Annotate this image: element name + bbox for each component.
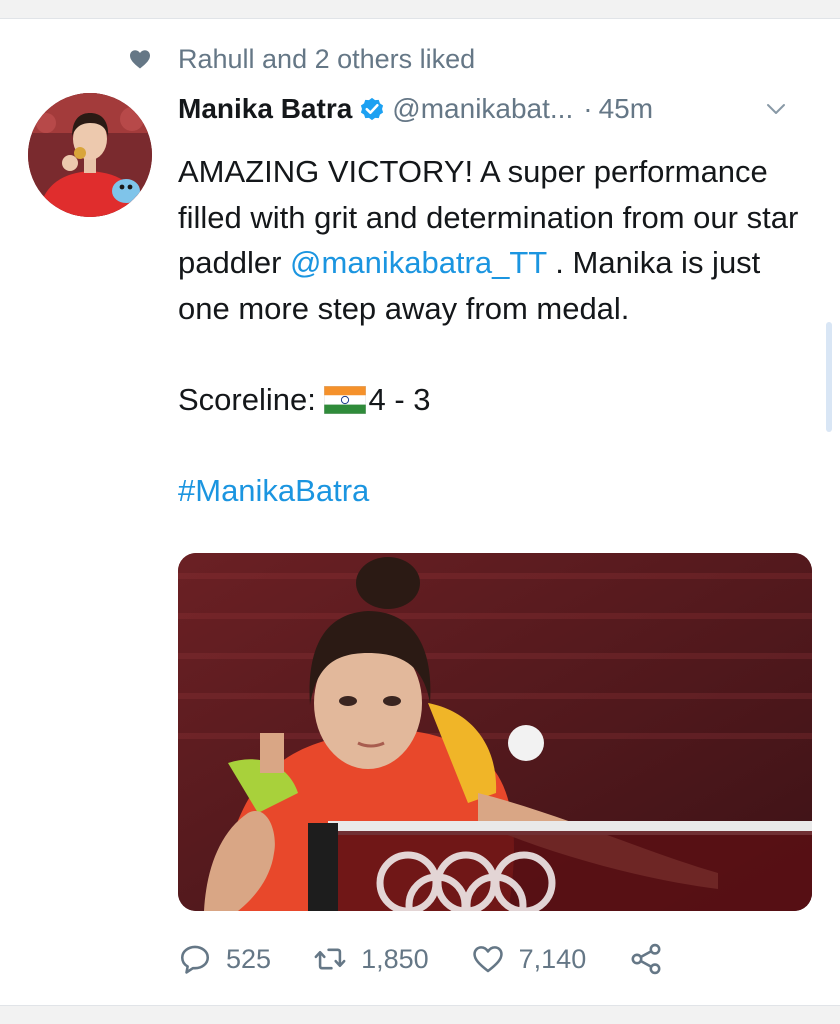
hashtag-link[interactable]: #ManikaBatra xyxy=(178,473,369,508)
tweet-card[interactable]: Rahull and 2 others liked Manika Batra @… xyxy=(0,18,840,1006)
retweet-button[interactable]: 1,850 xyxy=(313,942,429,976)
reply-icon xyxy=(180,945,210,974)
tweet-paragraph: AMAZING VICTORY! A super performance fil… xyxy=(178,149,808,331)
tweet-header: Manika Batra @manikabat... · 45m xyxy=(178,87,818,131)
author-name[interactable]: Manika Batra xyxy=(178,93,352,125)
scoreline-value: 4 - 3 xyxy=(368,381,431,417)
tweet-timestamp[interactable]: 45m xyxy=(599,93,653,125)
separator-dot: · xyxy=(583,93,593,124)
like-count: 7,140 xyxy=(518,943,587,974)
scrollbar[interactable] xyxy=(826,322,832,432)
retweet-icon xyxy=(314,948,346,970)
table-tennis-photo xyxy=(178,553,812,911)
chevron-down-icon[interactable] xyxy=(764,97,788,121)
social-context-text: Rahull and 2 others liked xyxy=(178,43,476,74)
verified-badge-icon xyxy=(361,97,384,121)
avatar[interactable] xyxy=(28,93,152,217)
tweet-media-photo[interactable] xyxy=(178,553,812,911)
share-icon[interactable] xyxy=(628,941,664,977)
heart-icon xyxy=(130,50,150,69)
tweet-actions: 525 1,850 7,140 xyxy=(178,937,818,981)
like-button[interactable]: 7,140 xyxy=(471,942,587,976)
scoreline-label: Scoreline: xyxy=(178,381,325,417)
social-context: Rahull and 2 others liked xyxy=(128,41,475,77)
avatar-photo xyxy=(28,93,152,217)
author-handle[interactable]: @manikabat... xyxy=(392,93,573,125)
india-flag-icon xyxy=(324,385,367,414)
reply-count: 525 xyxy=(226,943,272,974)
tweet-body: AMAZING VICTORY! A super performance fil… xyxy=(178,149,808,513)
scoreline: Scoreline: 4 - 3 xyxy=(178,377,808,423)
mention-link[interactable]: @manikabatra_TT xyxy=(290,245,547,280)
retweet-count: 1,850 xyxy=(361,943,429,974)
like-heart-icon xyxy=(472,946,503,973)
reply-button[interactable]: 525 xyxy=(178,942,271,976)
